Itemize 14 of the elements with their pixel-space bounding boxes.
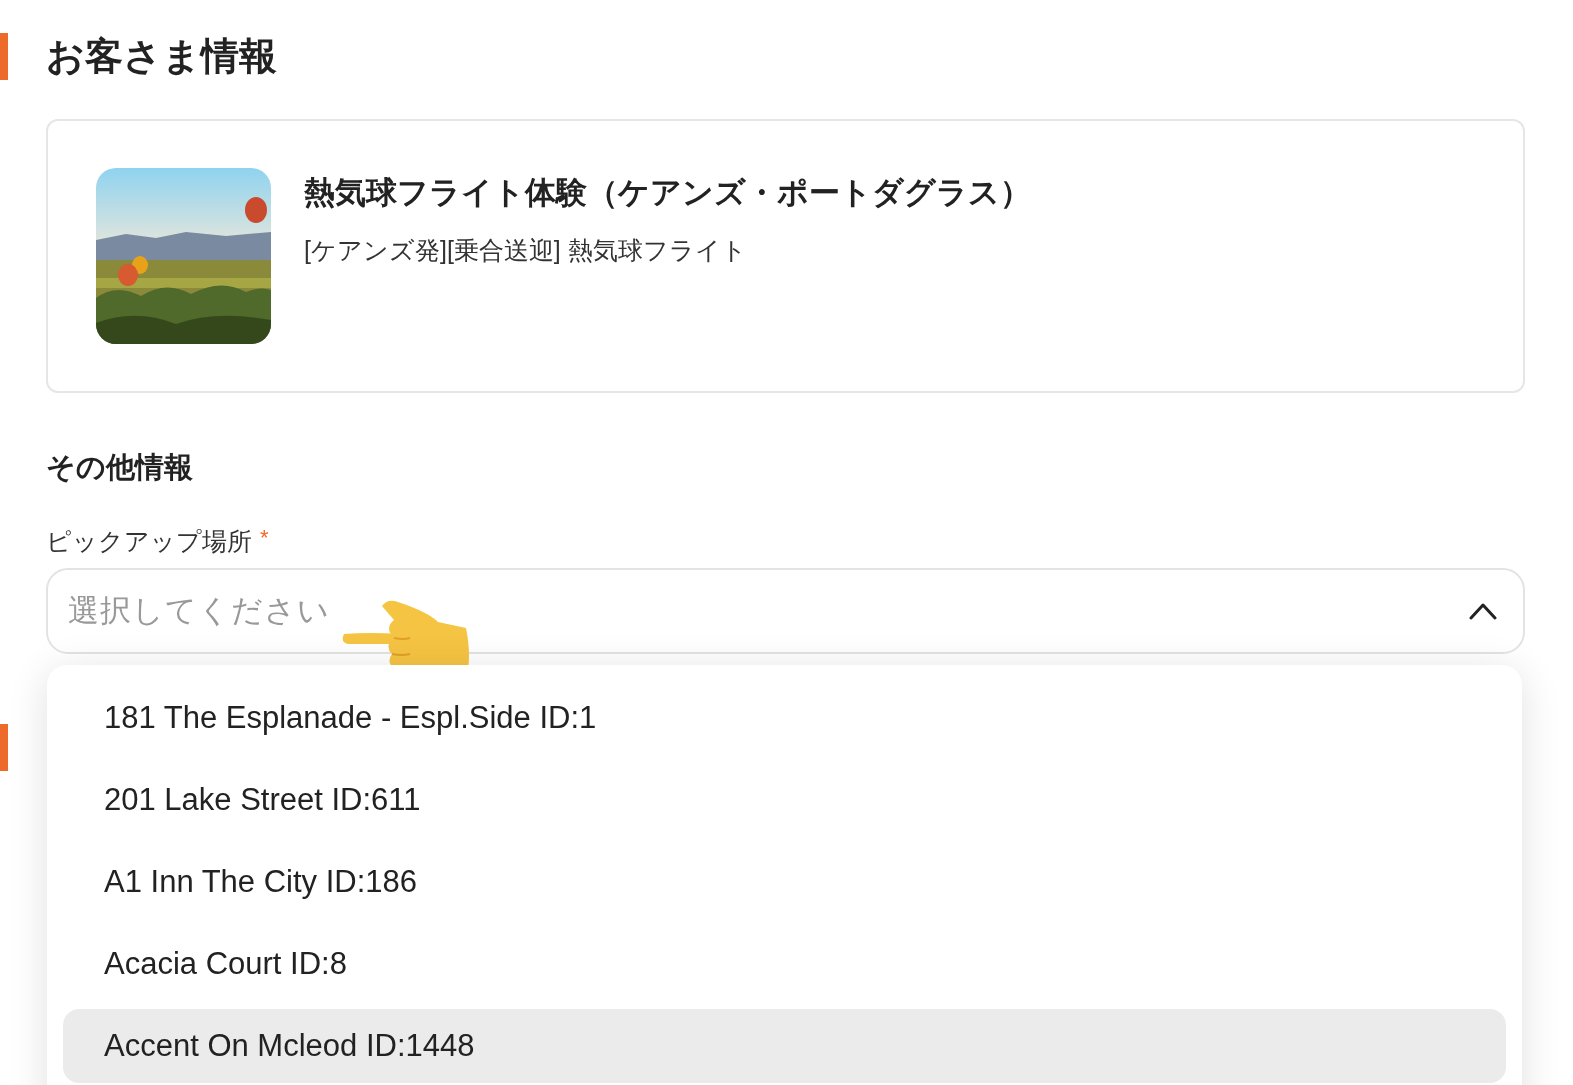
dropdown-option[interactable]: 201 Lake Street ID:611 xyxy=(63,763,1506,837)
dropdown-option[interactable]: Acacia Court ID:8 xyxy=(63,927,1506,1001)
section-title: お客さま情報 xyxy=(46,34,277,79)
dropdown-option[interactable]: A1 Inn The City ID:186 xyxy=(63,845,1506,919)
dropdown-option[interactable]: Accent On Mcleod ID:1448 xyxy=(63,1009,1506,1083)
chevron-up-icon xyxy=(1469,602,1497,620)
section-heading: その他情報 xyxy=(46,450,194,485)
section-accent xyxy=(0,724,8,771)
section-accent xyxy=(0,33,8,80)
product-subtitle: [ケアンズ発][乗合送迎] 熱気球フライト xyxy=(304,235,748,266)
dropdown-option[interactable]: 181 The Esplanade - Espl.Side ID:1 xyxy=(63,681,1506,755)
field-label: ピックアップ場所 xyxy=(46,526,252,557)
required-mark: * xyxy=(260,525,269,552)
product-title: 熱気球フライト体験（ケアンズ・ポートダグラス） xyxy=(304,174,1031,212)
